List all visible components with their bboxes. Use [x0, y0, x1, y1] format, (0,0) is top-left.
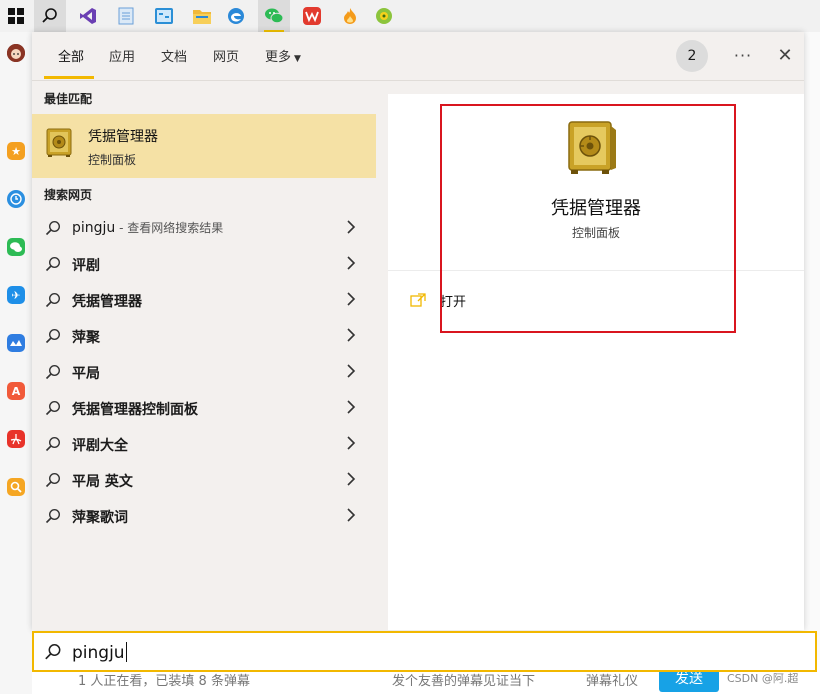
tab-apps[interactable]: 应用: [109, 46, 135, 65]
search-icon: [45, 328, 61, 348]
rewards-count-badge[interactable]: 2: [676, 40, 708, 72]
pdf-app-icon[interactable]: [7, 430, 25, 448]
best-match-title: 凭据管理器: [88, 129, 158, 145]
background-window-edge: [804, 32, 820, 694]
search-icon: [45, 220, 61, 240]
search-flyout: 全部 应用 文档 网页 更多 ▼ 2 ··· ✕ 最佳匹配 凭据管理器 控制面板 …: [32, 32, 804, 630]
chevron-down-icon: ▼: [294, 54, 301, 64]
search-input: pingju: [72, 642, 127, 663]
danmaku-input-placeholder[interactable]: 发个友善的弹幕见证当下: [392, 670, 535, 689]
tabs-divider: [32, 80, 804, 81]
web-result-item[interactable]: 萍聚: [32, 318, 376, 354]
flame-app-icon[interactable]: [334, 0, 366, 32]
web-result-item[interactable]: 平局: [32, 354, 376, 390]
search-icon: [45, 508, 61, 528]
credential-manager-large-icon: [566, 120, 618, 180]
avatar[interactable]: [7, 44, 25, 62]
side-dock: ★ ✈ A: [0, 32, 32, 694]
chevron-right-icon[interactable]: [344, 507, 358, 527]
web-result-item[interactable]: pingju - 查看网络搜索结果: [32, 210, 376, 246]
web-search-heading: 搜索网页: [44, 188, 93, 202]
search-icon[interactable]: [34, 0, 66, 32]
wechat-icon[interactable]: [258, 0, 290, 32]
best-match-subtitle: 控制面板: [88, 153, 137, 167]
result-query: pingju: [72, 220, 116, 236]
chevron-right-icon[interactable]: [344, 327, 358, 347]
search-icon: [45, 256, 61, 276]
chevron-right-icon[interactable]: [344, 363, 358, 383]
open-label: 打开: [440, 295, 467, 310]
search-box[interactable]: pingju: [32, 631, 817, 672]
plane-app-icon[interactable]: ✈: [7, 286, 25, 304]
result-text: 平局: [72, 366, 100, 382]
active-tab-indicator: [44, 76, 94, 79]
result-text: 凭据管理器: [72, 294, 142, 310]
star-app-icon[interactable]: ★: [7, 142, 25, 160]
cloud-app-icon[interactable]: [7, 334, 25, 352]
result-text: 凭据管理器控制面板: [72, 402, 198, 418]
web-result-item[interactable]: 评剧大全: [32, 426, 376, 462]
search-icon: [44, 643, 62, 665]
danmaku-etiquette-link[interactable]: 弹幕礼仪: [586, 670, 638, 689]
search-icon: [45, 436, 61, 456]
clock-app-icon[interactable]: [7, 190, 25, 208]
chevron-right-icon[interactable]: [344, 219, 358, 239]
best-match-item[interactable]: 凭据管理器 控制面板: [32, 114, 376, 178]
preview-pane: 凭据管理器 控制面板 打开: [388, 94, 804, 630]
orb-app-icon[interactable]: [368, 0, 400, 32]
web-result-item[interactable]: 凭据管理器: [32, 282, 376, 318]
close-icon[interactable]: ✕: [774, 42, 796, 68]
visual-studio-icon[interactable]: [72, 0, 104, 32]
tab-all[interactable]: 全部: [58, 46, 84, 65]
control-panel-icon[interactable]: [148, 0, 180, 32]
chevron-right-icon[interactable]: [344, 399, 358, 419]
viewer-status: 1 人正在看，已装填 8 条弹幕: [78, 674, 250, 689]
chevron-right-icon[interactable]: [344, 471, 358, 491]
wechat-dock-icon[interactable]: [7, 238, 25, 256]
taskbar: [0, 0, 820, 33]
tab-more-label: 更多: [265, 50, 292, 65]
open-icon: [410, 292, 426, 311]
best-match-heading: 最佳匹配: [44, 92, 93, 106]
result-text: 评剧: [72, 258, 100, 274]
credential-manager-icon: [46, 128, 74, 162]
tab-more[interactable]: 更多 ▼: [265, 46, 301, 65]
web-result-item[interactable]: 凭据管理器控制面板: [32, 390, 376, 426]
search-icon: [45, 364, 61, 384]
wps-icon[interactable]: [296, 0, 328, 32]
search-query[interactable]: pingju: [72, 643, 125, 663]
preview-subtitle: 控制面板: [571, 226, 620, 240]
result-note: - 查看网络搜索结果: [115, 221, 224, 235]
tab-web[interactable]: 网页: [213, 46, 239, 65]
web-result-item[interactable]: 评剧: [32, 246, 376, 282]
search-icon: [45, 400, 61, 420]
result-text: 评剧大全: [72, 438, 128, 454]
preview-divider: [388, 270, 804, 271]
result-text: 萍聚: [72, 330, 100, 346]
chevron-right-icon[interactable]: [344, 291, 358, 311]
edge-browser-icon[interactable]: [220, 0, 252, 32]
translate-app-icon[interactable]: A: [7, 382, 25, 400]
filter-tabs: 全部 应用 文档 网页 更多 ▼ 2 ··· ✕: [32, 32, 804, 80]
search-icon: [45, 292, 61, 312]
tab-documents[interactable]: 文档: [161, 46, 187, 65]
result-text: 萍聚歌词: [72, 510, 128, 526]
notepad-icon[interactable]: [110, 0, 142, 32]
file-explorer-icon[interactable]: [186, 0, 218, 32]
windows-start-icon[interactable]: [0, 0, 32, 32]
search-app-icon[interactable]: [7, 478, 25, 496]
search-icon: [45, 472, 61, 492]
preview-title: 凭据管理器: [551, 198, 641, 219]
chevron-right-icon[interactable]: [344, 255, 358, 275]
watermark: CSDN @阿.超: [727, 672, 799, 685]
chevron-right-icon[interactable]: [344, 435, 358, 455]
text-caret: [125, 642, 127, 662]
web-result-item[interactable]: 萍聚歌词: [32, 498, 376, 534]
web-result-item[interactable]: 平局 英文: [32, 462, 376, 498]
result-text: 平局 英文: [72, 474, 133, 490]
result-text: pingju - 查看网络搜索结果: [72, 219, 223, 236]
more-options-icon[interactable]: ···: [732, 42, 754, 68]
